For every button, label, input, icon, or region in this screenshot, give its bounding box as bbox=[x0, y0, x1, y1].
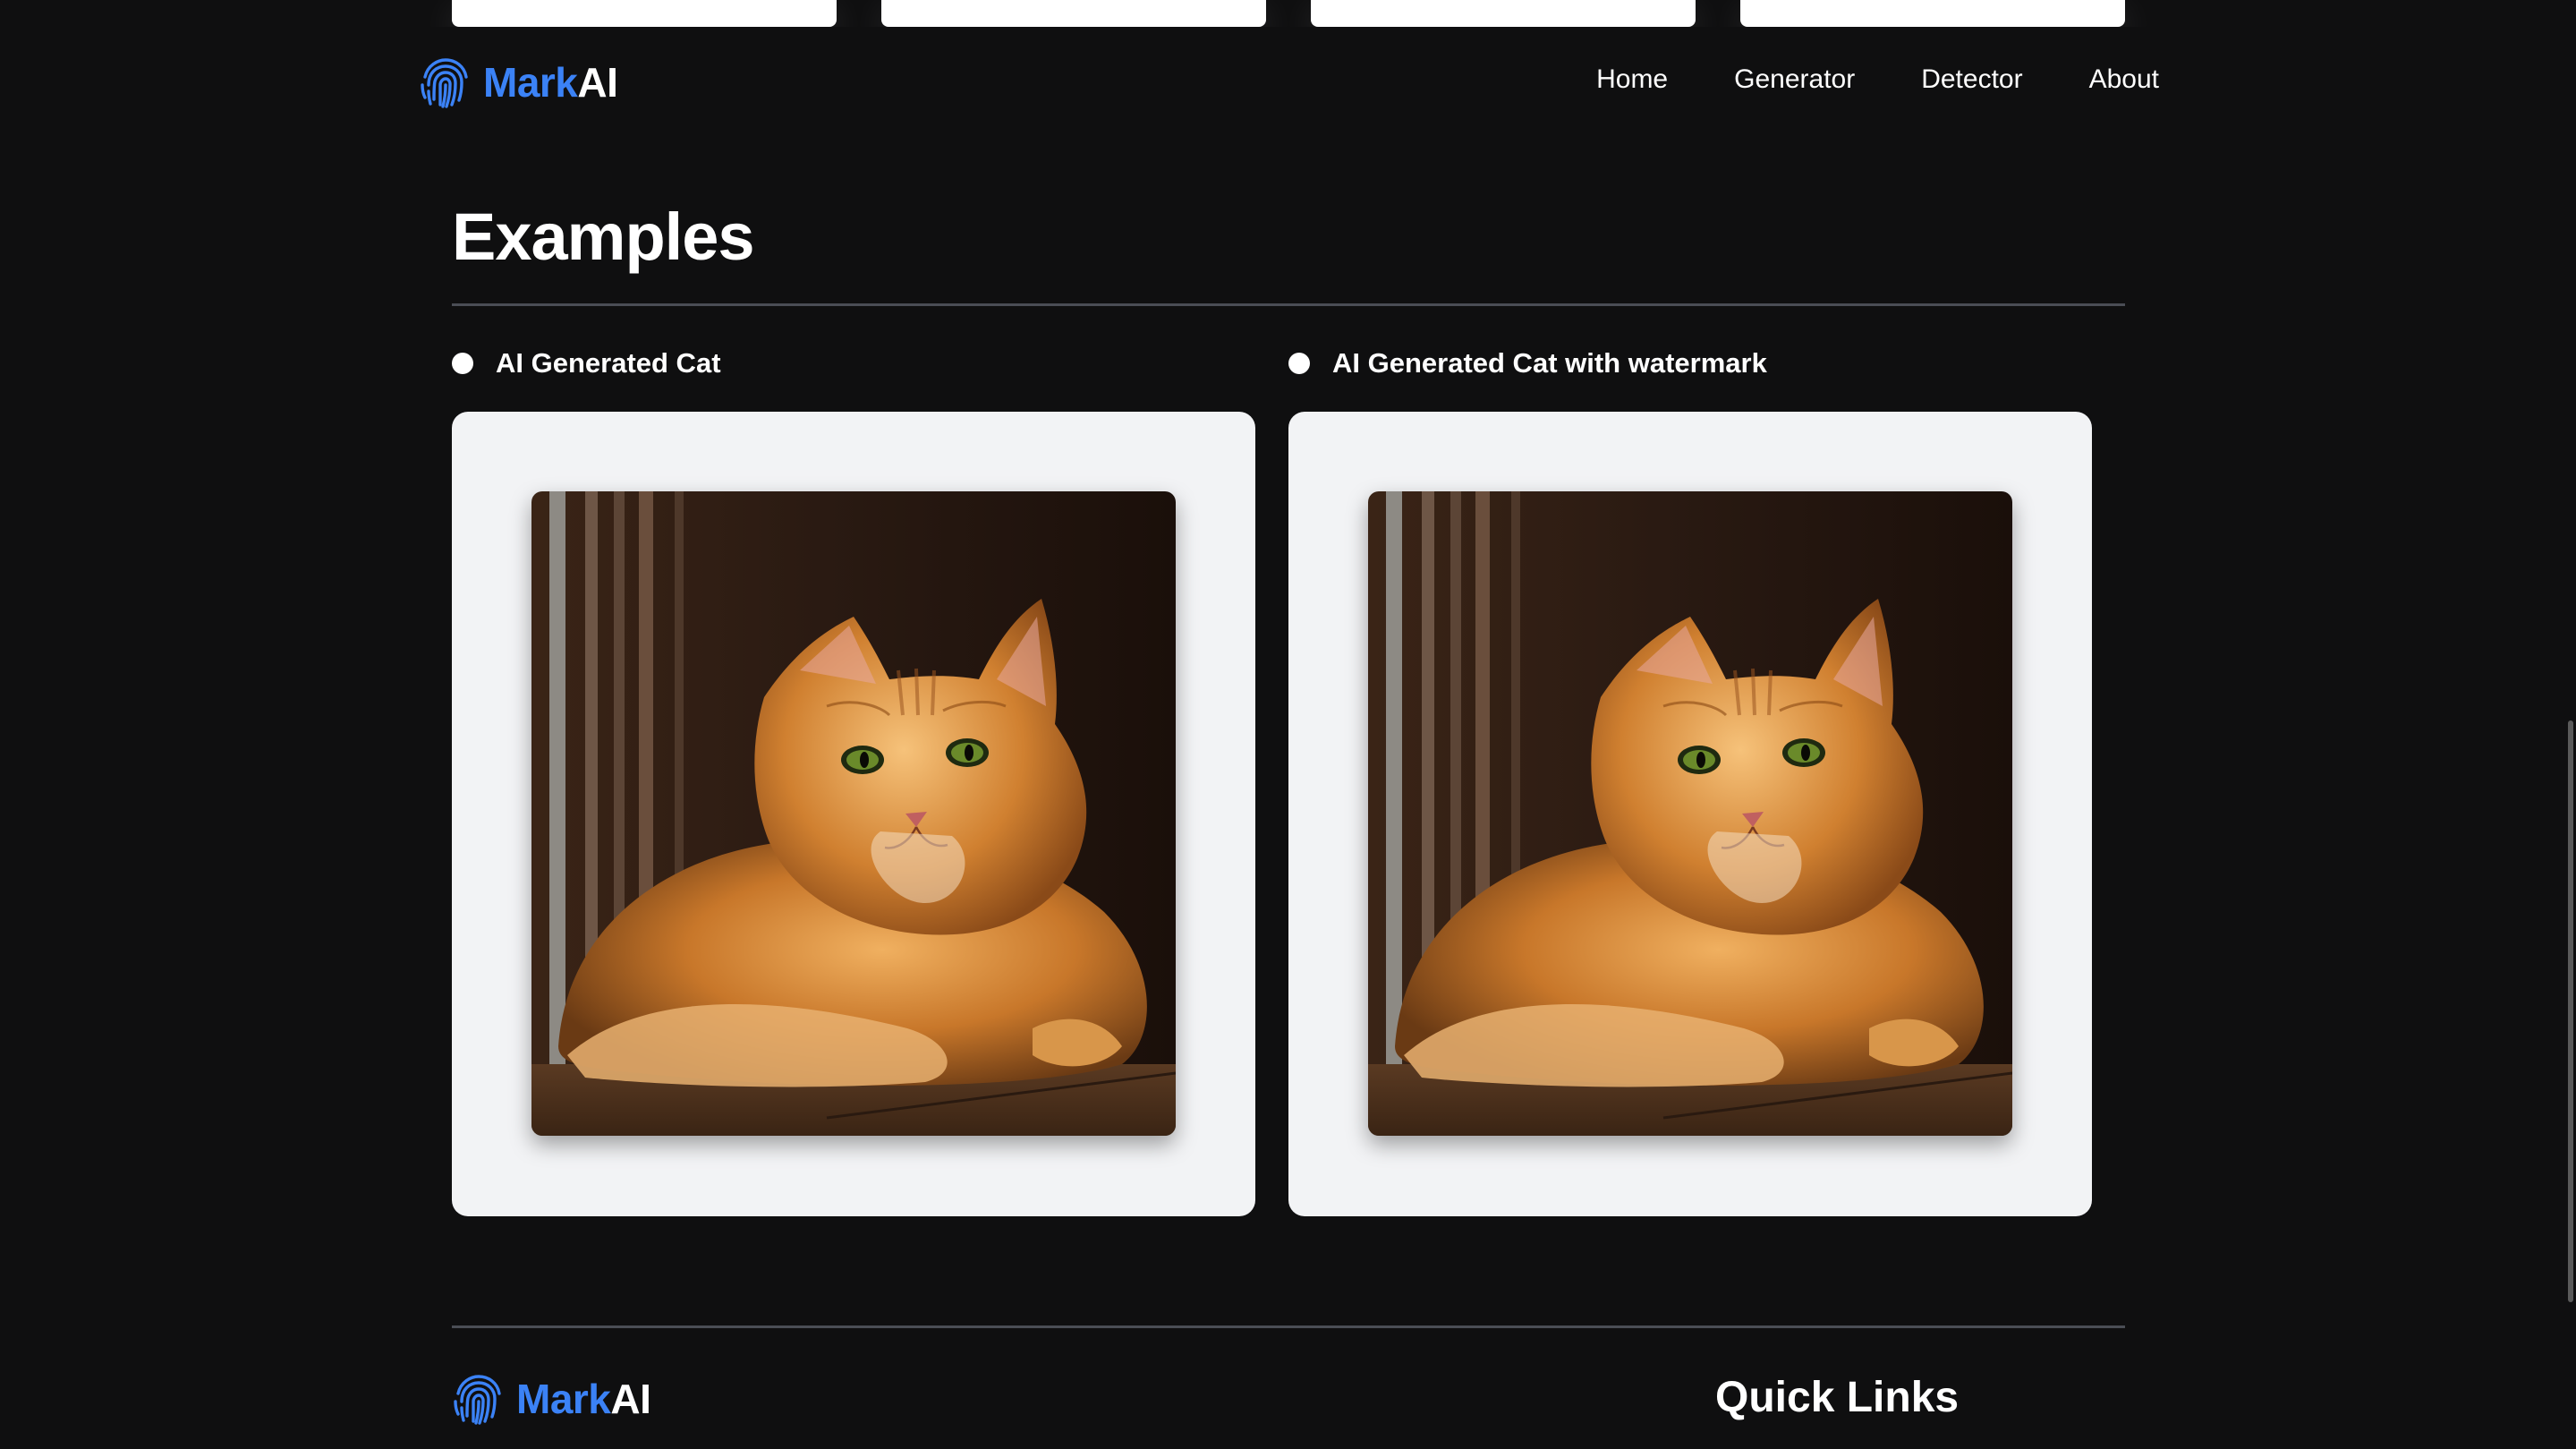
previous-section-card-3 bbox=[1311, 0, 1696, 27]
nav-links: Home Generator Detector About bbox=[1596, 64, 2159, 95]
previous-section-card-1 bbox=[452, 0, 837, 27]
example-card-1 bbox=[452, 412, 1255, 1216]
section-divider bbox=[452, 303, 2125, 306]
example-label-text-2: AI Generated Cat with watermark bbox=[1332, 347, 1767, 379]
example-image-cat-watermarked bbox=[1368, 491, 2012, 1136]
example-card-2 bbox=[1288, 412, 2092, 1216]
example-label-2: AI Generated Cat with watermark bbox=[1288, 347, 1767, 379]
section-title-examples: Examples bbox=[452, 200, 755, 274]
navbar: Mark AI Home Generator Detector About bbox=[0, 27, 2576, 138]
previous-section-card-4 bbox=[1740, 0, 2125, 27]
example-label-1: AI Generated Cat bbox=[452, 347, 721, 379]
footer-brand-name-mark: Mark bbox=[516, 1376, 611, 1422]
fingerprint-icon bbox=[421, 58, 468, 108]
page-scrollbar[interactable] bbox=[2563, 0, 2576, 1449]
footer-quick-links-title: Quick Links bbox=[1715, 1374, 1960, 1421]
fingerprint-icon bbox=[454, 1375, 501, 1425]
nav-link-detector[interactable]: Detector bbox=[1921, 64, 2022, 95]
nav-link-home[interactable]: Home bbox=[1596, 64, 1668, 95]
navbar-brand[interactable]: Mark AI bbox=[419, 55, 618, 109]
scrollbar-thumb[interactable] bbox=[2568, 720, 2573, 1302]
nav-link-about[interactable]: About bbox=[2089, 64, 2159, 95]
brand-name-mark: Mark bbox=[483, 59, 578, 106]
bullet-dot-icon bbox=[1288, 353, 1310, 374]
example-image-cat bbox=[531, 491, 1176, 1136]
footer-divider bbox=[452, 1325, 2125, 1328]
example-label-text-1: AI Generated Cat bbox=[496, 347, 721, 379]
previous-section-card-2 bbox=[881, 0, 1266, 27]
footer-brand[interactable]: Mark AI bbox=[452, 1372, 651, 1426]
footer-brand-name-ai: AI bbox=[610, 1376, 651, 1422]
bullet-dot-icon bbox=[452, 353, 473, 374]
brand-name-ai: AI bbox=[577, 59, 618, 106]
nav-link-generator[interactable]: Generator bbox=[1734, 64, 1855, 95]
